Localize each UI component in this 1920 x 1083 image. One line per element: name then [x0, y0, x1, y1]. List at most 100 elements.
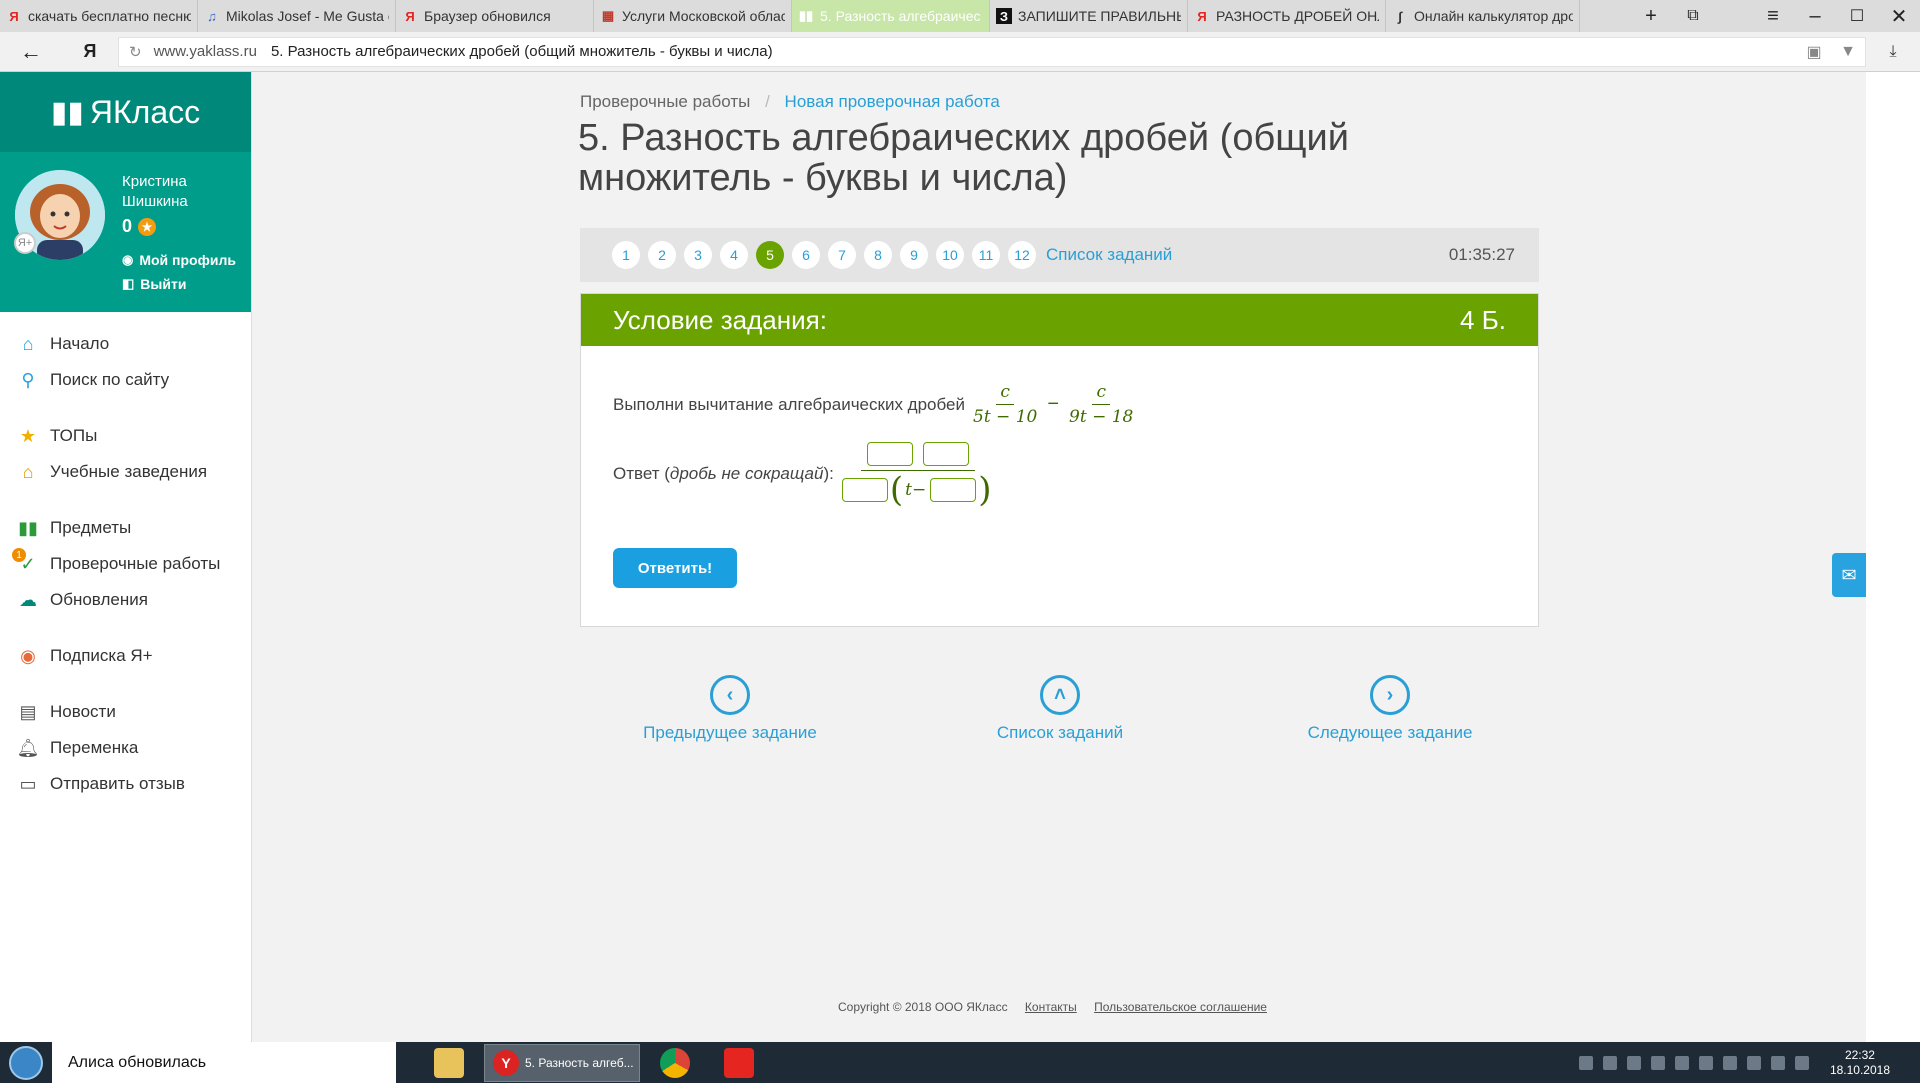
- system-tray: 22:32 18.10.2018: [1574, 1048, 1920, 1078]
- numerator-input-1[interactable]: [866, 442, 913, 466]
- volume-icon[interactable]: [1770, 1055, 1785, 1070]
- sidebar-item-break[interactable]: 🔔︎ Переменка: [0, 730, 252, 766]
- sidebar-item-home[interactable]: ⌂ Начало: [0, 326, 252, 362]
- download-icon[interactable]: ⤓: [1866, 43, 1920, 61]
- sidebar-item-institutions[interactable]: ⌂ Учебные заведения: [0, 454, 252, 490]
- agreement-link[interactable]: Пользовательское соглашение: [1094, 1000, 1267, 1014]
- tray-icon[interactable]: [1578, 1055, 1593, 1070]
- browser-task-label: 5. Разность алгеб...: [525, 1055, 634, 1070]
- sidebar-item-search[interactable]: ⚲ Поиск по сайту: [0, 362, 252, 398]
- sidebar-item-feedback[interactable]: ▭ Отправить отзыв: [0, 766, 252, 802]
- clock-time: 22:32: [1844, 1047, 1875, 1062]
- page-number[interactable]: 4: [720, 241, 748, 269]
- star-icon: ★: [138, 217, 157, 236]
- chrome-taskbar-button[interactable]: [646, 1042, 704, 1083]
- url-field[interactable]: ↻ www.yaklass.ru 5. Разность алгебраичес…: [118, 36, 1866, 67]
- page-number[interactable]: 6: [792, 241, 820, 269]
- numerator-input-2[interactable]: [922, 442, 969, 466]
- copyright: Copyright © 2018 ООО ЯКласс: [838, 1000, 1008, 1014]
- yandex-taskbar-button[interactable]: [710, 1042, 768, 1083]
- next-task-link[interactable]: › Следующее задание: [1280, 675, 1500, 743]
- logo[interactable]: ▮▮ ЯКласс: [0, 72, 251, 152]
- sidebar-nav: ⌂ Начало ⚲ Поиск по сайту ★ ТОПы ⌂ Учебные з…: [0, 326, 252, 802]
- tray-icon[interactable]: [1722, 1055, 1737, 1070]
- bookmark-icon[interactable]: ▼: [1831, 43, 1865, 61]
- sidebar-item-news[interactable]: ▤ Новости: [0, 694, 252, 730]
- page-number[interactable]: 10: [936, 241, 964, 269]
- sidebar-item-subscription[interactable]: ◉ Подписка Я+: [0, 638, 252, 674]
- submit-answer-button[interactable]: Ответить!: [613, 548, 737, 588]
- logout-link[interactable]: ◧ Выйти: [122, 276, 186, 292]
- browser-tab[interactable]: ∫Онлайн калькулятор дробе: [1386, 0, 1580, 32]
- browser-tab[interactable]: Яскачать бесплатно песню к: [0, 0, 198, 32]
- browser-tab[interactable]: ♫ Mikolas Josef - Me Gusta ск: [198, 0, 396, 32]
- chevron-right-icon: ›: [1370, 675, 1410, 715]
- contacts-link[interactable]: Контакты: [1025, 1000, 1077, 1014]
- page-number[interactable]: 8: [864, 241, 892, 269]
- browser-taskbar-button[interactable]: Y 5. Разность алгеб...: [484, 1043, 640, 1082]
- tray-icon[interactable]: [1698, 1055, 1713, 1070]
- yandex-home-button[interactable]: Я: [62, 41, 118, 62]
- prev-task-link[interactable]: ‹ Предыдущее задание: [620, 675, 840, 743]
- page-number[interactable]: 12: [1008, 241, 1036, 269]
- fraction-1-denominator: 5t − 10: [973, 407, 1038, 427]
- denominator-coefficient-input[interactable]: [841, 478, 888, 502]
- sidebar-item-tops[interactable]: ★ ТОПы: [0, 418, 252, 454]
- denominator-constant-input[interactable]: [930, 478, 977, 502]
- maximize-button[interactable]: ☐: [1836, 0, 1878, 32]
- browser-tab[interactable]: ▦ Услуги Московской област: [594, 0, 792, 32]
- tray-icon[interactable]: [1674, 1055, 1689, 1070]
- feedback-icon: ▭: [19, 773, 37, 794]
- new-tab-button[interactable]: +: [1630, 0, 1672, 32]
- sidebar-item-label: Предметы: [50, 518, 132, 537]
- browser-tab[interactable]: Я РАЗНОСТЬ ДРОБЕЙ ОНЛА: [1188, 0, 1386, 32]
- ya-plus-icon: ◉: [20, 645, 36, 666]
- network-icon[interactable]: [1746, 1055, 1761, 1070]
- minimize-button[interactable]: –: [1794, 0, 1836, 32]
- browser-tab[interactable]: З ЗАПИШИТЕ ПРАВИЛЬНЫЙ: [990, 0, 1188, 32]
- page-number[interactable]: 7: [828, 241, 856, 269]
- tabs-overview-icon[interactable]: ⧉: [1672, 0, 1714, 32]
- breadcrumb-current[interactable]: Новая проверочная работа: [785, 92, 1000, 111]
- page-number[interactable]: 3: [684, 241, 712, 269]
- timer: 01:35:27: [1448, 245, 1515, 264]
- task-prompt: Выполни вычитание алгебраических дробей …: [613, 382, 1139, 427]
- back-arrow-icon[interactable]: ←: [0, 39, 62, 65]
- close-window-button[interactable]: ✕: [1878, 0, 1920, 32]
- sidebar-item-updates[interactable]: ☁ Обновления: [0, 582, 252, 618]
- breadcrumb-root[interactable]: Проверочные работы: [580, 92, 750, 111]
- feedback-envelope-icon[interactable]: ✉: [1832, 553, 1866, 597]
- alice-search-box[interactable]: Алиса обновилась: [52, 1042, 396, 1083]
- logo-text: ЯКласс: [89, 93, 201, 130]
- start-button[interactable]: [0, 1042, 52, 1083]
- page-number[interactable]: 9: [900, 241, 928, 269]
- flag-icon[interactable]: [1794, 1055, 1809, 1070]
- tray-icon[interactable]: [1650, 1055, 1665, 1070]
- task-list-bottom-link[interactable]: ˄ Список заданий: [950, 675, 1170, 743]
- menu-icon[interactable]: ≡: [1752, 0, 1794, 32]
- tray-icon[interactable]: [1602, 1055, 1617, 1070]
- reload-icon[interactable]: ↻: [129, 43, 142, 61]
- news-icon: ▤: [19, 701, 37, 722]
- page-number[interactable]: 1: [612, 241, 640, 269]
- lock-icon[interactable]: ▣: [1797, 42, 1831, 62]
- explorer-taskbar-button[interactable]: [420, 1042, 478, 1083]
- page-number[interactable]: 11: [972, 241, 1000, 269]
- sidebar-item-tests[interactable]: ✓ 1 Проверочные работы: [0, 546, 252, 582]
- chevron-up-icon: ˄: [1040, 675, 1080, 715]
- breadcrumb-separator: /: [765, 92, 770, 111]
- browser-tab[interactable]: Я Браузер обновился: [396, 0, 594, 32]
- task-header-title: Условие задания:: [613, 304, 827, 335]
- task-list-link[interactable]: Список заданий: [1046, 245, 1172, 265]
- sidebar: ▮▮ ЯКласс Я+ Кристина Шишкина 0 ★ ◉ Мой …: [0, 72, 252, 1042]
- browser-tab-active[interactable]: ▮▮ 5. Разность алгебраичес: [792, 0, 990, 32]
- clock[interactable]: 22:32 18.10.2018: [1830, 1048, 1890, 1078]
- page-number-current[interactable]: 5: [756, 241, 784, 269]
- user-points: 0 ★: [122, 216, 157, 237]
- my-profile-link[interactable]: ◉ Мой профиль: [122, 252, 236, 268]
- sidebar-item-label: Учебные заведения: [50, 462, 208, 481]
- sidebar-item-subjects[interactable]: ▮▮ Предметы: [0, 510, 252, 546]
- page-number[interactable]: 2: [648, 241, 676, 269]
- bell-icon: 🔔︎: [16, 737, 40, 758]
- tray-icon[interactable]: [1626, 1055, 1641, 1070]
